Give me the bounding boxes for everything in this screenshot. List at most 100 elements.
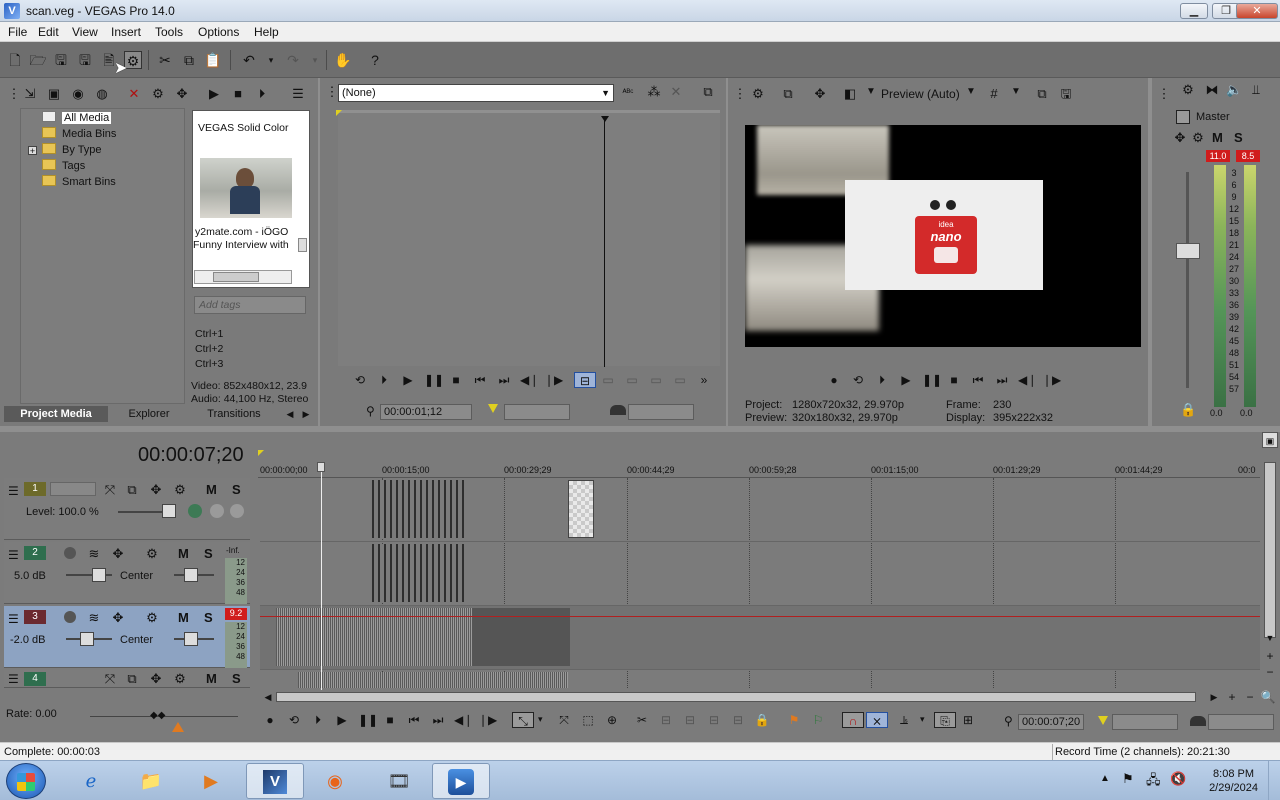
close-button[interactable]: ✕ (1236, 3, 1278, 19)
preview-quality-label[interactable]: Preview (Auto) (881, 87, 960, 101)
play-from-start-icon[interactable]: ⏵ (874, 372, 890, 388)
network-icon[interactable]: 🖧 (1146, 771, 1161, 793)
tree-by-type[interactable]: By Type (42, 142, 102, 158)
track-solo-button-3[interactable]: S (204, 610, 213, 625)
media-app-taskbar-icon[interactable]: ▶ (432, 763, 490, 799)
tree-all-media[interactable]: All Media (42, 110, 112, 126)
timeline-cursor-handle[interactable] (317, 462, 325, 472)
track-motion-icon[interactable]: ⤧ (102, 482, 118, 498)
vscroll-down-icon[interactable]: ▼ (1262, 630, 1278, 646)
trimmer-loop-icon[interactable]: ⟲ (352, 372, 368, 388)
panel-menu-icon[interactable]: ⋮ (6, 86, 22, 102)
thumb-video-image[interactable] (200, 158, 292, 218)
track-collapse-icon[interactable]: ☰ (8, 548, 19, 562)
track-volume-handle-3[interactable] (80, 632, 94, 646)
solid-color-clip[interactable] (568, 480, 594, 538)
master-peak-left[interactable]: 11.0 (1206, 150, 1230, 162)
whats-this-help-icon[interactable]: ? (366, 51, 384, 69)
thumb-vscroll[interactable] (298, 238, 307, 252)
timeline-go-start-icon[interactable]: ⏮ (406, 712, 422, 728)
save-snapshot-icon[interactable]: 🖫 (1058, 86, 1074, 102)
timeline-play-icon[interactable]: ▶ (334, 712, 350, 728)
track-peak-3[interactable]: 9.2 (225, 608, 247, 620)
track-audio-motion-icon[interactable]: ✥ (110, 546, 126, 562)
trimmer-in-point-field[interactable] (504, 404, 570, 420)
track-invert-phase-icon[interactable]: ≋ (86, 546, 102, 562)
trim-end-icon[interactable]: ⊟ (706, 712, 722, 728)
copy-icon[interactable]: ⧉ (180, 51, 198, 69)
thumb-hscroll[interactable] (194, 270, 292, 284)
master-mute-button[interactable]: M (1212, 130, 1223, 145)
track-fx-icon[interactable]: ⚙ (172, 482, 188, 498)
lock-envelopes-icon[interactable]: ⎘ (934, 712, 956, 728)
firefox-icon[interactable]: ◉ (306, 763, 364, 799)
trimmer-history-icon[interactable]: ⧉ (700, 84, 716, 100)
master-peak-right[interactable]: 8.5 (1236, 150, 1260, 162)
trimmer-go-end-icon[interactable]: ⏭ (496, 372, 512, 388)
preview-go-start-icon[interactable]: ⏮ (970, 372, 986, 388)
views-icon[interactable]: ☰ (290, 86, 306, 102)
copy-snapshot-icon[interactable]: ⧉ (1034, 86, 1050, 102)
overlays-dropdown-icon[interactable]: ▼ (1011, 86, 1021, 97)
timeline-stop-icon[interactable]: ■ (382, 712, 398, 728)
media-fx-icon[interactable]: ⚙ (150, 86, 166, 102)
timeline-current-time[interactable]: 00:00:07;20 (138, 444, 244, 467)
play-icon[interactable]: ▶ (206, 86, 222, 102)
timeline-prev-frame-icon[interactable]: ◀❘ (454, 712, 473, 728)
track-mute-button-4[interactable]: M (206, 671, 217, 686)
track-pan-handle-3[interactable] (184, 632, 198, 646)
track-invert-phase-icon[interactable]: ≋ (86, 610, 102, 626)
redo-icon[interactable]: ↷ (284, 51, 302, 69)
menu-tools[interactable]: Tools (155, 25, 183, 39)
trimmer-view[interactable] (336, 110, 720, 367)
thumb-solid-color-label[interactable]: VEGAS Solid Color (198, 122, 288, 134)
timeline-hscroll[interactable]: ◀ ▶ + − 🔍 (258, 690, 1278, 704)
selection-start-field[interactable] (1112, 714, 1178, 730)
preview-quality-dropdown-icon[interactable]: ▼ (966, 86, 976, 97)
track-parent-motion-icon[interactable]: ✥ (148, 671, 164, 687)
cursor-timecode[interactable]: 00:00:07;20 (1018, 714, 1084, 730)
tree-expander[interactable]: + (28, 146, 37, 156)
auto-preview-icon[interactable]: ✥ (174, 86, 190, 102)
insert-region-icon[interactable]: ⚐ (810, 712, 826, 728)
preview-device-icon[interactable]: ◧ (842, 86, 858, 102)
preview-go-end-icon[interactable]: ⏭ (994, 372, 1010, 388)
master-pan-icon[interactable]: ✥ (1172, 130, 1188, 146)
split-icon[interactable]: ⊟ (730, 712, 746, 728)
start-button[interactable] (6, 763, 46, 799)
envelope-edit-tool-icon[interactable]: ⤧ (556, 712, 572, 728)
tree-media-bins[interactable]: Media Bins (42, 126, 116, 142)
save-as-icon[interactable]: 🖫 (76, 51, 94, 69)
track-name-field-1[interactable] (50, 482, 96, 496)
track-parent-motion-icon[interactable]: ✥ (148, 482, 164, 498)
track-audio-motion-icon[interactable]: ✥ (110, 610, 126, 626)
track-header-4[interactable]: ☰ 4 ⤧ ⧉ ✥ ⚙ M S (4, 670, 250, 688)
trimmer-go-start-icon[interactable]: ⏮ (472, 372, 488, 388)
overlays-grid-icon[interactable]: # (986, 86, 1002, 102)
hscroll-left-icon[interactable]: ◀ (260, 689, 276, 705)
timeline-loop-icon[interactable]: ⟲ (286, 712, 302, 728)
media-player-icon[interactable]: ▶ (182, 763, 240, 799)
master-fader-handle[interactable] (1176, 243, 1200, 259)
trimmer-prev-frame-icon[interactable]: ◀❘ (520, 372, 539, 388)
zoom-edit-tool-icon[interactable]: ⊕ (604, 712, 620, 728)
ripple-edit-icon[interactable]: ⫡ (896, 712, 912, 728)
trimmer-more-icon[interactable]: » (696, 372, 712, 388)
video-output-fx-icon[interactable]: ⧉ (780, 86, 796, 102)
import-media-icon[interactable]: ⇲ (22, 86, 38, 102)
track-header-3[interactable]: ☰ 3 ≋ ✥ ⚙ M S 9.2 -2.0 dB Center 12 24 36 4… (4, 606, 250, 668)
tree-smart-bins[interactable]: Smart Bins (42, 174, 116, 190)
tab-project-media[interactable]: Project Media (4, 406, 108, 422)
show-desktop-button[interactable] (1268, 761, 1280, 800)
stop-icon[interactable]: ■ (230, 86, 246, 102)
open-project-icon[interactable]: 🗁 (29, 51, 47, 69)
track-compositing-icon[interactable]: ⧉ (124, 482, 140, 498)
lock-events-icon[interactable]: 🔒 (754, 712, 770, 728)
menu-file[interactable]: File (8, 25, 27, 39)
track-composite-mode-icon[interactable] (188, 504, 202, 518)
ignore-grouping-icon[interactable]: ⊞ (960, 712, 976, 728)
split-screen-icon[interactable]: ✥ (812, 86, 828, 102)
normal-edit-tool-icon[interactable]: ⤡ (512, 712, 534, 728)
web-media-icon[interactable]: ◍ (94, 86, 110, 102)
video-clip-events[interactable] (372, 480, 466, 538)
